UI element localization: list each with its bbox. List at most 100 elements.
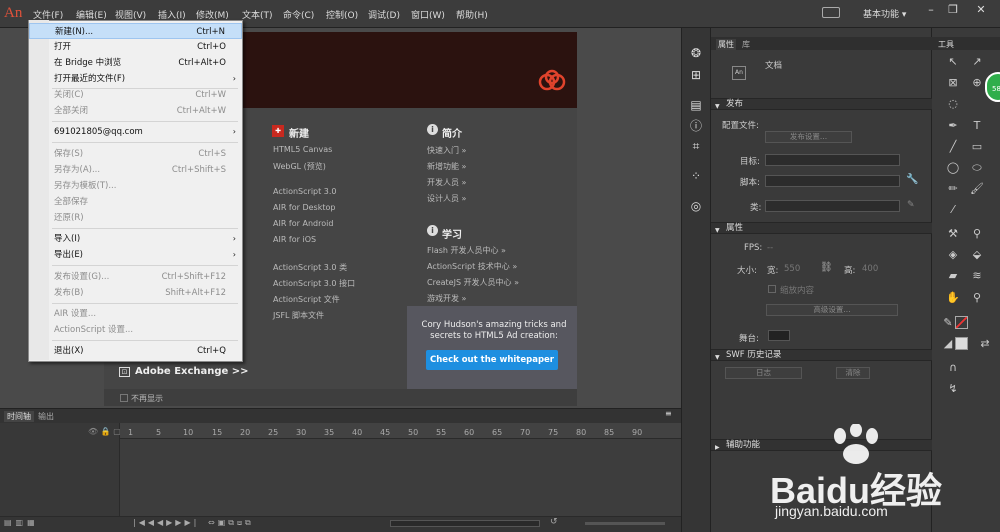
onion-skin-icons[interactable]: ⇔▣⧉⧈⧉ xyxy=(208,518,254,528)
bone-tool-icon[interactable]: ⚒ xyxy=(945,226,961,242)
intro-whatsnew[interactable]: 新增功能 » xyxy=(427,161,466,172)
menu-help[interactable]: 帮助(H) xyxy=(456,8,488,21)
menu-debug[interactable]: 调试(D) xyxy=(368,8,400,21)
swf-history-section-header[interactable]: SWF 历史记录 xyxy=(711,349,932,363)
adobe-exchange-link[interactable]: Adobe Exchange >> xyxy=(135,366,249,377)
layer-add-icons[interactable]: ▤▥▦ xyxy=(4,518,39,527)
log-button[interactable]: 日志 xyxy=(725,367,802,379)
width-tool-icon[interactable]: ≋ xyxy=(969,268,985,284)
zoom-tool-icon[interactable]: ⚲ xyxy=(969,290,985,306)
bind-tool-icon[interactable]: ⚲ xyxy=(969,226,985,242)
swap-colors-icon[interactable]: ⇄ xyxy=(977,336,993,352)
pencil-icon[interactable]: ✎ xyxy=(907,200,915,210)
intro-developers[interactable]: 开发人员 » xyxy=(427,177,466,188)
menu-air-settings[interactable]: AIR 设置... xyxy=(29,306,242,322)
no-show-checkbox[interactable] xyxy=(120,394,128,402)
minimize-button[interactable]: – xyxy=(922,3,940,17)
menu-open[interactable]: 打开 Ctrl+O xyxy=(29,39,242,55)
menu-open-recent[interactable]: 打开最近的文件(F) › xyxy=(29,71,242,87)
advanced-settings-button[interactable]: 高级设置... xyxy=(766,304,898,316)
pen-tool-icon[interactable]: ✒ xyxy=(945,118,961,134)
line-tool-icon[interactable]: ╱ xyxy=(945,139,961,155)
menu-account[interactable]: 691021805@qq.com › xyxy=(29,124,242,140)
menu-publish-settings[interactable]: 发布设置(G)... Ctrl+Shift+F12 xyxy=(29,269,242,285)
rectangle-tool-icon[interactable]: ▭ xyxy=(969,139,985,155)
brush-tool-icon[interactable]: 🖌 xyxy=(969,181,985,197)
tab-library[interactable]: 库 xyxy=(742,39,750,50)
new-jsfl[interactable]: JSFL 脚本文件 xyxy=(273,310,324,321)
publish-settings-button[interactable]: 发布设置... xyxy=(765,131,852,143)
menu-control[interactable]: 控制(O) xyxy=(326,8,358,21)
playback-controls[interactable]: |◀◀◀▶▶▶| xyxy=(133,518,199,527)
library-icon[interactable]: ▤ xyxy=(687,96,705,114)
menu-exit[interactable]: 退出(X) Ctrl+Q xyxy=(29,343,242,359)
new-air-ios[interactable]: AIR for iOS xyxy=(273,235,316,244)
scale-content-checkbox[interactable] xyxy=(768,285,776,293)
new-air-desktop[interactable]: AIR for Desktop xyxy=(273,203,335,212)
accessibility-section-header[interactable]: 辅助功能 xyxy=(711,439,932,453)
eraser-tool-icon[interactable]: ▰ xyxy=(945,268,961,284)
align-icon[interactable]: ⊞ xyxy=(687,66,705,84)
gamepad-icon[interactable] xyxy=(822,7,840,18)
fill-color-icon[interactable]: ◢ xyxy=(940,336,956,352)
color-icon[interactable]: ❂ xyxy=(687,44,705,62)
info-panel-icon[interactable]: ⓘ xyxy=(687,117,705,135)
menu-publish[interactable]: 发布(B) Shift+Alt+F12 xyxy=(29,285,242,301)
properties-section-header[interactable]: 属性 xyxy=(711,222,932,236)
link-icon[interactable]: ⛓ xyxy=(820,262,833,273)
selection-tool-icon[interactable]: ↖ xyxy=(945,54,961,70)
learn-as-tech[interactable]: ActionScript 技术中心 » xyxy=(427,261,517,272)
snap-magnet-icon[interactable]: ∩ xyxy=(945,360,961,376)
script-select[interactable] xyxy=(765,175,900,187)
notification-badge[interactable]: 58 xyxy=(985,72,1000,102)
text-tool-icon[interactable]: T xyxy=(969,118,985,134)
fill-color-swatch[interactable] xyxy=(955,337,968,350)
layer-visibility-icons[interactable]: 👁 🔒 ▢ xyxy=(88,427,121,436)
tab-output[interactable]: 输出 xyxy=(38,411,54,422)
stage-color-swatch[interactable] xyxy=(768,330,790,341)
menu-export[interactable]: 导出(E) › xyxy=(29,247,242,263)
new-html5-canvas[interactable]: HTML5 Canvas xyxy=(273,145,332,154)
tab-timeline[interactable]: 时间轴 xyxy=(4,411,34,422)
menu-close[interactable]: 关闭(C) Ctrl+W xyxy=(29,87,242,103)
clear-button[interactable]: 清除 xyxy=(836,367,870,379)
stroke-color-swatch[interactable] xyxy=(955,316,968,329)
components-icon[interactable]: ⁘ xyxy=(687,167,705,185)
new-as-file[interactable]: ActionScript 文件 xyxy=(273,294,340,305)
menu-save-as[interactable]: 另存为(A)... Ctrl+Shift+S xyxy=(29,162,242,178)
menu-save-as-template[interactable]: 另存为模板(T)... xyxy=(29,178,242,194)
frame-ruler[interactable] xyxy=(120,423,681,439)
tab-properties[interactable]: 属性 xyxy=(716,39,736,50)
zoom-slider[interactable] xyxy=(585,522,665,525)
lasso-tool-icon[interactable]: ◌ xyxy=(945,96,961,112)
menu-as-settings[interactable]: ActionScript 设置... xyxy=(29,322,242,338)
whitepaper-button[interactable]: Check out the whitepaper xyxy=(426,350,558,370)
menu-save[interactable]: 保存(S) Ctrl+S xyxy=(29,146,242,162)
menu-close-all[interactable]: 全部关闭 Ctrl+Alt+W xyxy=(29,103,242,119)
timeline-scrollbar[interactable] xyxy=(390,520,540,527)
paint-bucket-icon[interactable]: ◈ xyxy=(945,247,961,263)
menu-commands[interactable]: 命令(C) xyxy=(283,8,314,21)
menu-text[interactable]: 文本(T) xyxy=(242,8,273,21)
transform-icon[interactable]: ⌗ xyxy=(687,137,705,155)
panel-menu-icon[interactable]: ≡ xyxy=(665,409,672,418)
new-as3-class[interactable]: ActionScript 3.0 类 xyxy=(273,262,347,273)
close-button[interactable]: ✕ xyxy=(968,3,994,17)
paint-brush-icon[interactable]: ⁄ xyxy=(945,202,961,218)
new-webgl[interactable]: WebGL (预览) xyxy=(273,161,326,172)
learn-flash-dev[interactable]: Flash 开发人员中心 » xyxy=(427,245,506,256)
cc-libraries-icon[interactable]: ◎ xyxy=(687,197,705,215)
menu-browse-bridge[interactable]: 在 Bridge 中浏览 Ctrl+Alt+O xyxy=(29,55,242,71)
loop-icon[interactable]: ↺ xyxy=(550,517,558,527)
maximize-button[interactable]: ❐ xyxy=(944,3,962,17)
ink-bottle-icon[interactable]: ⬙ xyxy=(969,247,985,263)
target-select[interactable] xyxy=(765,154,900,166)
3d-rotation-icon[interactable]: ⊕ xyxy=(969,75,985,91)
class-input[interactable] xyxy=(765,200,900,212)
height-value[interactable]: 400 xyxy=(862,264,878,274)
stroke-color-icon[interactable]: ✎ xyxy=(940,315,956,331)
frame-grid[interactable] xyxy=(120,439,681,516)
width-value[interactable]: 550 xyxy=(784,264,800,274)
intro-quickstart[interactable]: 快速入门 » xyxy=(427,145,466,156)
learn-createjs[interactable]: CreateJS 开发人员中心 » xyxy=(427,277,519,288)
